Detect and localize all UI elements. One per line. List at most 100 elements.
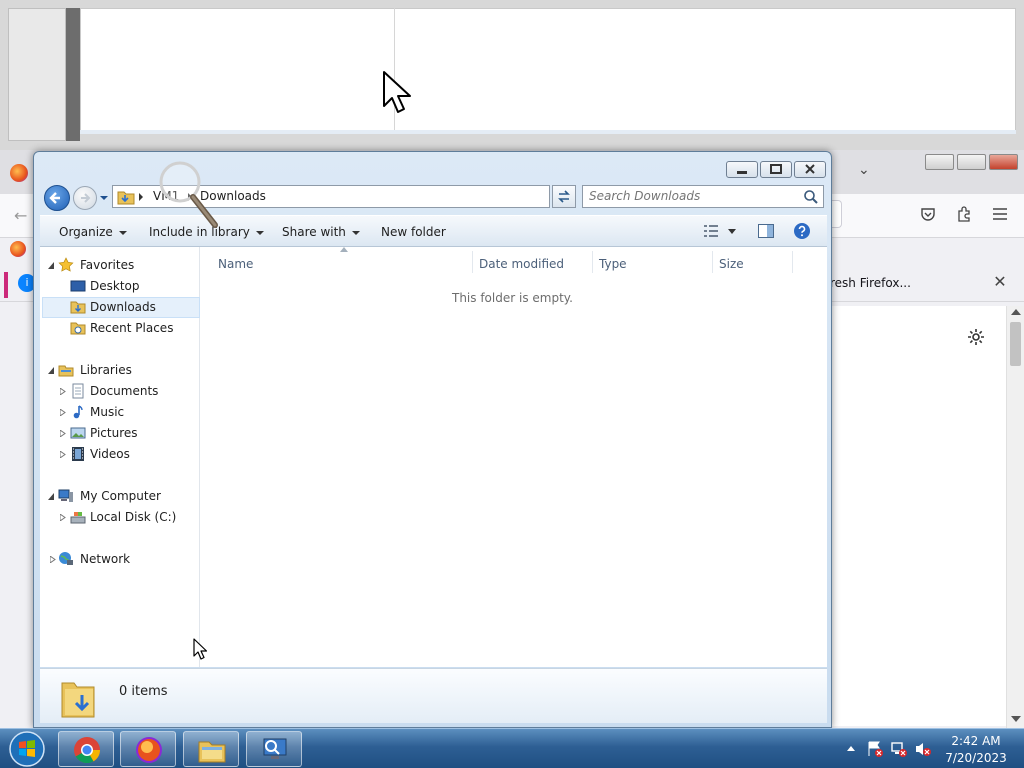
nav-label-my-computer: My Computer bbox=[80, 489, 161, 503]
firefox-restore-button[interactable] bbox=[957, 154, 986, 170]
minimize-button[interactable] bbox=[726, 161, 758, 178]
nav-item-network[interactable]: Network bbox=[42, 549, 200, 570]
network-status-icon[interactable] bbox=[890, 740, 908, 758]
remote-desktop-icon bbox=[263, 738, 287, 759]
expanded-arrow-icon[interactable] bbox=[48, 493, 54, 500]
search-box[interactable] bbox=[582, 185, 824, 208]
taskbar-remote-button[interactable] bbox=[246, 731, 302, 767]
forward-arrow-icon bbox=[81, 193, 91, 203]
strip-bottom-line bbox=[80, 130, 1016, 134]
back-arrow-icon bbox=[49, 192, 60, 204]
nav-item-videos[interactable]: Videos bbox=[42, 444, 200, 465]
column-header-name[interactable]: Name bbox=[218, 257, 253, 271]
star-icon bbox=[58, 257, 74, 272]
file-list-pane[interactable]: Name Date modified Type Size This folder… bbox=[200, 247, 827, 667]
nav-item-desktop[interactable]: Desktop bbox=[42, 276, 200, 297]
firefox-scrollbar[interactable] bbox=[1006, 306, 1024, 728]
column-separator[interactable] bbox=[472, 251, 473, 273]
clock-date[interactable]: 7/20/2023 bbox=[936, 751, 1016, 765]
collapsed-arrow-icon[interactable] bbox=[60, 388, 66, 395]
help-icon[interactable] bbox=[793, 222, 811, 240]
collapsed-arrow-icon[interactable] bbox=[60, 430, 66, 437]
view-dropdown-icon[interactable] bbox=[728, 229, 736, 234]
nav-item-recent-places[interactable]: Recent Places bbox=[42, 318, 200, 339]
scroll-thumb[interactable] bbox=[1010, 322, 1021, 366]
nav-label-desktop: Desktop bbox=[90, 279, 140, 293]
collapsed-arrow-icon[interactable] bbox=[60, 409, 66, 416]
recent-pages-chevron-icon[interactable] bbox=[99, 194, 109, 202]
nav-item-documents[interactable]: Documents bbox=[42, 381, 200, 402]
maximize-button[interactable] bbox=[760, 161, 792, 178]
nav-item-music[interactable]: Music bbox=[42, 402, 200, 423]
notice-text[interactable]: resh Firefox... bbox=[830, 276, 911, 290]
taskbar-firefox-button[interactable] bbox=[120, 731, 176, 767]
libraries-icon bbox=[58, 365, 74, 377]
nav-label-local-disk: Local Disk (C:) bbox=[90, 510, 177, 524]
nav-label-downloads: Downloads bbox=[90, 300, 156, 314]
folder-icon bbox=[117, 191, 135, 205]
firefox-bookmark-icon[interactable] bbox=[10, 241, 26, 257]
scroll-up-icon[interactable] bbox=[1011, 309, 1021, 315]
new-folder-button[interactable]: New folder bbox=[381, 225, 446, 239]
collapsed-arrow-icon[interactable] bbox=[60, 514, 66, 521]
firefox-back-icon[interactable]: ← bbox=[14, 206, 27, 225]
refresh-button[interactable] bbox=[552, 185, 576, 208]
view-options-icon[interactable] bbox=[704, 225, 718, 237]
explorer-window: VM1 Downloads Organize Include in librar… bbox=[33, 151, 832, 728]
preview-pane-icon[interactable] bbox=[758, 224, 774, 238]
clock-time[interactable]: 2:42 AM bbox=[936, 734, 1016, 748]
search-icon[interactable] bbox=[803, 189, 819, 205]
firefox-icon bbox=[136, 737, 162, 763]
nav-item-downloads[interactable]: Downloads bbox=[42, 297, 200, 318]
firefox-close-button[interactable] bbox=[989, 154, 1018, 170]
taskbar-chrome-button[interactable] bbox=[58, 731, 114, 767]
forward-button[interactable] bbox=[73, 186, 97, 210]
nav-item-libraries[interactable]: Libraries bbox=[42, 360, 200, 381]
volume-muted-icon[interactable] bbox=[914, 740, 932, 758]
collapsed-arrow-icon[interactable] bbox=[60, 451, 66, 458]
strip-divider-bar bbox=[66, 8, 80, 141]
action-center-icon[interactable] bbox=[866, 740, 884, 758]
nav-item-local-disk[interactable]: Local Disk (C:) bbox=[42, 507, 200, 528]
firefox-tab-icon[interactable] bbox=[10, 164, 28, 182]
nav-item-favorites[interactable]: Favorites bbox=[42, 255, 200, 276]
taskbar-explorer-button[interactable] bbox=[183, 731, 239, 767]
desktop-icon bbox=[70, 280, 86, 292]
organize-button[interactable]: Organize bbox=[59, 225, 127, 239]
share-with-label: Share with bbox=[282, 225, 346, 239]
firefox-minimize-button[interactable] bbox=[925, 154, 954, 170]
search-input[interactable] bbox=[589, 189, 794, 203]
nav-item-my-computer[interactable]: My Computer bbox=[42, 486, 200, 507]
nav-label-documents: Documents bbox=[90, 384, 159, 398]
gear-icon[interactable] bbox=[967, 328, 985, 346]
column-header-type[interactable]: Type bbox=[599, 257, 627, 271]
column-separator[interactable] bbox=[712, 251, 713, 273]
back-button[interactable] bbox=[44, 185, 70, 211]
tab-list-chevron-icon[interactable]: ⌄ bbox=[858, 162, 870, 178]
nav-label-favorites: Favorites bbox=[80, 258, 135, 272]
close-button[interactable] bbox=[794, 161, 826, 178]
column-header-date-modified[interactable]: Date modified bbox=[479, 257, 564, 271]
firefox-page-content bbox=[830, 306, 1006, 726]
column-separator[interactable] bbox=[592, 251, 593, 273]
minimize-icon bbox=[737, 171, 747, 174]
expanded-arrow-icon[interactable] bbox=[48, 367, 54, 374]
taskbar: 2:42 AM 7/20/2023 bbox=[0, 728, 1024, 768]
videos-icon bbox=[72, 447, 84, 461]
start-button[interactable] bbox=[5, 730, 49, 768]
scroll-down-icon[interactable] bbox=[1011, 716, 1021, 722]
extensions-icon[interactable] bbox=[955, 205, 973, 223]
navigation-pane: Favorites Desktop Downloads Recent Place… bbox=[40, 247, 200, 667]
column-header-size[interactable]: Size bbox=[719, 257, 744, 271]
hamburger-menu-icon[interactable] bbox=[992, 207, 1008, 221]
chevron-down-icon bbox=[255, 230, 264, 235]
share-with-button[interactable]: Share with bbox=[282, 225, 360, 239]
nav-item-pictures[interactable]: Pictures bbox=[42, 423, 200, 444]
pocket-icon[interactable] bbox=[920, 206, 936, 222]
show-hidden-icons-icon[interactable] bbox=[846, 744, 856, 752]
collapsed-arrow-icon[interactable] bbox=[50, 556, 56, 563]
column-separator[interactable] bbox=[792, 251, 793, 273]
close-icon bbox=[805, 164, 815, 174]
expanded-arrow-icon[interactable] bbox=[48, 262, 54, 269]
notice-close-icon[interactable]: ✕ bbox=[990, 272, 1010, 292]
